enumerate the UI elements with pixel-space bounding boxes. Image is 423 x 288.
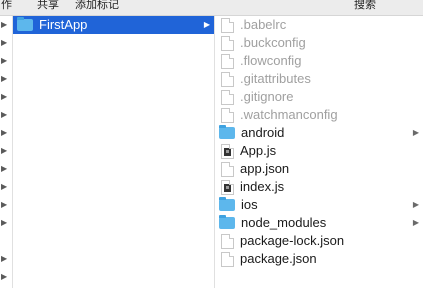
document-icon: [221, 233, 234, 249]
document-icon: [221, 53, 234, 69]
column-firstapp-contents: .babelrc .buckconfig .flowconfig .gitatt…: [215, 16, 423, 288]
chevron-right-icon: ▶: [203, 20, 210, 29]
item-label: FirstApp: [39, 17, 88, 32]
list-item[interactable]: App.js: [215, 142, 423, 160]
chevron-right-icon[interactable]: ▶: [1, 200, 7, 210]
list-item-firstapp[interactable]: FirstApp ▶: [13, 16, 214, 34]
document-icon: [221, 89, 234, 105]
chevron-right-icon[interactable]: ▶: [1, 146, 7, 156]
folder-icon: [219, 125, 235, 139]
item-label: package.json: [240, 251, 317, 266]
js-file-icon: [221, 143, 234, 159]
list-item[interactable]: android ▶: [215, 124, 423, 142]
chevron-right-icon: ▶: [412, 128, 419, 137]
item-label: node_modules: [241, 215, 327, 230]
chevron-right-icon[interactable]: ▶: [1, 272, 7, 282]
chevron-right-icon[interactable]: ▶: [1, 182, 7, 192]
item-label: .babelrc: [240, 17, 287, 32]
item-label: android: [241, 125, 285, 140]
folder-icon: [17, 17, 33, 31]
list-item[interactable]: app.json: [215, 160, 423, 178]
document-icon: [221, 161, 234, 177]
chevron-right-icon[interactable]: ▶: [1, 20, 7, 30]
toolbar-item-add-tag[interactable]: 添加标记: [75, 0, 119, 12]
list-item[interactable]: .gitattributes: [215, 70, 423, 88]
list-item[interactable]: .buckconfig: [215, 34, 423, 52]
chevron-right-icon[interactable]: ▶: [1, 92, 7, 102]
item-label: .gitignore: [240, 89, 294, 104]
list-item[interactable]: .flowconfig: [215, 52, 423, 70]
chevron-right-icon[interactable]: ▶: [1, 110, 7, 120]
chevron-right-icon[interactable]: ▶: [1, 164, 7, 174]
document-icon: [221, 35, 234, 51]
chevron-right-icon: ▶: [412, 218, 419, 227]
item-label: app.json: [240, 161, 290, 176]
chevron-right-icon[interactable]: ▶: [1, 128, 7, 138]
item-label: index.js: [240, 179, 285, 194]
list-item[interactable]: .watchmanconfig: [215, 106, 423, 124]
document-icon: [221, 251, 234, 267]
column-project: FirstApp ▶: [13, 16, 215, 288]
item-label: .buckconfig: [240, 35, 306, 50]
chevron-right-icon[interactable]: ▶: [1, 74, 7, 84]
list-item[interactable]: .babelrc: [215, 16, 423, 34]
item-label: .gitattributes: [240, 71, 311, 86]
item-label: .watchmanconfig: [240, 107, 338, 122]
finder-toolbar: 作 共享 添加标记 搜索: [0, 0, 423, 16]
column-parent: ▶ ▶ ▶ ▶ ▶ ▶ ▶ ▶ ▶ ▶ ▶ ▶ ▶ ▶: [0, 16, 13, 288]
chevron-right-icon[interactable]: ▶: [1, 38, 7, 48]
chevron-right-icon[interactable]: ▶: [1, 56, 7, 66]
list-item[interactable]: node_modules ▶: [215, 214, 423, 232]
list-item[interactable]: .gitignore: [215, 88, 423, 106]
document-icon: [221, 107, 234, 123]
folder-icon: [219, 197, 235, 211]
document-icon: [221, 71, 234, 87]
item-label: package-lock.json: [240, 233, 345, 248]
document-icon: [221, 17, 234, 33]
chevron-right-icon: ▶: [412, 200, 419, 209]
folder-icon: [219, 215, 235, 229]
list-item[interactable]: package-lock.json: [215, 232, 423, 250]
toolbar-item-action[interactable]: 作: [1, 0, 12, 12]
item-label: .flowconfig: [240, 53, 302, 68]
js-file-icon: [221, 179, 234, 195]
item-label: App.js: [240, 143, 277, 158]
chevron-right-icon[interactable]: ▶: [1, 218, 7, 228]
list-item[interactable]: package.json: [215, 250, 423, 268]
toolbar-item-share[interactable]: 共享: [37, 0, 59, 12]
toolbar-item-search[interactable]: 搜索: [354, 0, 376, 12]
chevron-right-icon[interactable]: ▶: [1, 254, 7, 264]
list-item[interactable]: ios ▶: [215, 196, 423, 214]
list-item[interactable]: index.js: [215, 178, 423, 196]
item-label: ios: [241, 197, 258, 212]
